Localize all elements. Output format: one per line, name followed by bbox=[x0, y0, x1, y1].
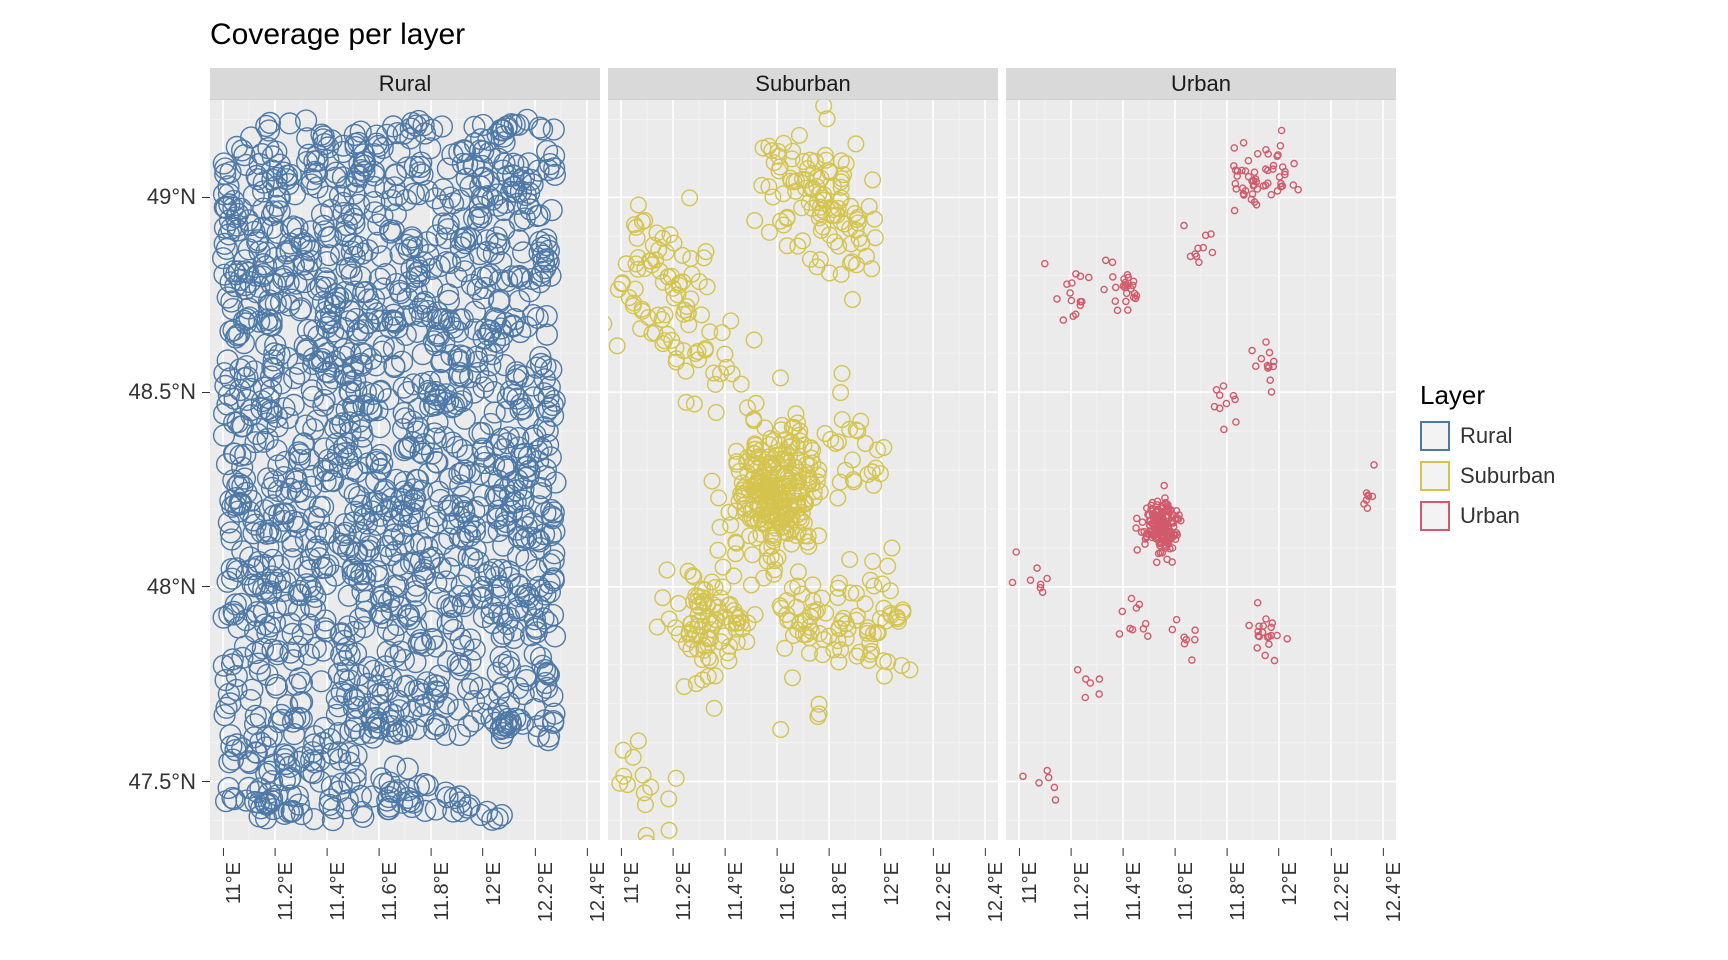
x-tick: 11.6°E bbox=[748, 848, 807, 885]
x-tick: 11.2°E bbox=[246, 848, 305, 885]
facet-panel bbox=[608, 100, 998, 840]
x-tick: 11.8°E bbox=[800, 848, 859, 885]
chart-container: Coverage per layer 47.5°N48°N48.5°N49°N … bbox=[0, 0, 1728, 960]
y-tick: 48°N bbox=[147, 574, 210, 600]
x-tick-label: 11.6°E bbox=[777, 862, 800, 921]
x-tick: 11.2°E bbox=[1042, 848, 1101, 885]
x-tick-label: 11.8°E bbox=[1227, 862, 1250, 921]
x-tick-label: 11.2°E bbox=[1071, 862, 1094, 921]
x-tick-label: 12.4°E bbox=[1383, 862, 1406, 922]
y-axis: 47.5°N 48°N 48.5°N 49°N bbox=[120, 100, 210, 840]
legend: Layer Rural Suburban Urban bbox=[1420, 380, 1555, 541]
x-tick-label: 11.4°E bbox=[1123, 862, 1146, 921]
x-tick: 11.4°E bbox=[696, 848, 755, 885]
facet-suburban: Suburban bbox=[608, 68, 998, 840]
x-tick-label: 11°E bbox=[1019, 862, 1042, 904]
legend-label: Urban bbox=[1460, 503, 1520, 529]
legend-item: Suburban bbox=[1420, 461, 1555, 491]
y-tick: 49°N bbox=[147, 184, 210, 210]
x-tick: 11.6°E bbox=[1146, 848, 1205, 885]
x-tick-label: 11°E bbox=[621, 862, 644, 904]
x-tick-label: 11.6°E bbox=[1175, 862, 1198, 921]
x-tick-label: 11°E bbox=[223, 862, 246, 904]
x-tick-label: 11.8°E bbox=[829, 862, 852, 921]
facet-rural: Rural bbox=[210, 68, 600, 840]
x-tick: 12.4°E bbox=[1353, 848, 1413, 885]
x-tick: 11.6°E bbox=[350, 848, 409, 885]
x-tick-label: 11.4°E bbox=[327, 862, 350, 921]
x-tick-label: 11.2°E bbox=[275, 862, 298, 921]
legend-key bbox=[1420, 501, 1450, 531]
x-tick-label: 12°E bbox=[881, 862, 904, 906]
y-tick-label: 47.5°N bbox=[128, 769, 196, 795]
x-tick: 11°E bbox=[600, 848, 642, 885]
legend-label: Suburban bbox=[1460, 463, 1555, 489]
legend-key bbox=[1420, 461, 1450, 491]
x-tick-label: 12.2°E bbox=[1331, 862, 1354, 922]
y-tick: 48.5°N bbox=[128, 379, 210, 405]
y-tick: 47.5°N bbox=[128, 769, 210, 795]
x-tick: 11°E bbox=[998, 848, 1040, 885]
facet-panel bbox=[1006, 100, 1396, 840]
chart-title: Coverage per layer bbox=[210, 18, 465, 52]
x-tick-label: 11.6°E bbox=[379, 862, 402, 921]
x-tick: 11°E bbox=[202, 848, 244, 885]
facet-strip: Suburban bbox=[608, 68, 998, 100]
x-tick: 11.8°E bbox=[402, 848, 461, 885]
facet-strip: Rural bbox=[210, 68, 600, 100]
x-tick: 11.4°E bbox=[298, 848, 357, 885]
x-tick: 11.8°E bbox=[1198, 848, 1257, 885]
x-tick: 12°E bbox=[859, 848, 903, 885]
x-tick: 11.2°E bbox=[644, 848, 703, 885]
x-tick-label: 11.8°E bbox=[431, 862, 454, 921]
x-tick-label: 11.2°E bbox=[673, 862, 696, 921]
x-tick: 12°E bbox=[461, 848, 505, 885]
legend-item: Urban bbox=[1420, 501, 1555, 531]
x-tick-label: 12.2°E bbox=[933, 862, 956, 922]
x-tick-label: 12°E bbox=[483, 862, 506, 906]
y-tick-label: 48°N bbox=[147, 574, 196, 600]
facet-urban: Urban bbox=[1006, 68, 1396, 840]
x-axis: 11°E11.2°E11.4°E11.6°E11.8°E12°E12.2°E12… bbox=[210, 848, 600, 958]
legend-title: Layer bbox=[1420, 380, 1555, 411]
x-tick-label: 12°E bbox=[1279, 862, 1302, 906]
y-tick-label: 48.5°N bbox=[128, 379, 196, 405]
y-tick-label: 49°N bbox=[147, 184, 196, 210]
marks-urban bbox=[1009, 127, 1377, 803]
facet-strip: Urban bbox=[1006, 68, 1396, 100]
facet-row: RuralSuburbanUrban bbox=[210, 68, 1396, 840]
x-tick: 11.4°E bbox=[1094, 848, 1153, 885]
x-tick-label: 12.2°E bbox=[535, 862, 558, 922]
legend-item: Rural bbox=[1420, 421, 1555, 451]
x-axis: 11°E11.2°E11.4°E11.6°E11.8°E12°E12.2°E12… bbox=[1006, 848, 1396, 958]
x-tick: 12°E bbox=[1257, 848, 1301, 885]
legend-label: Rural bbox=[1460, 423, 1513, 449]
legend-key bbox=[1420, 421, 1450, 451]
x-axis: 11°E11.2°E11.4°E11.6°E11.8°E12°E12.2°E12… bbox=[608, 848, 998, 958]
facet-panel bbox=[210, 100, 600, 840]
x-tick-label: 11.4°E bbox=[725, 862, 748, 921]
